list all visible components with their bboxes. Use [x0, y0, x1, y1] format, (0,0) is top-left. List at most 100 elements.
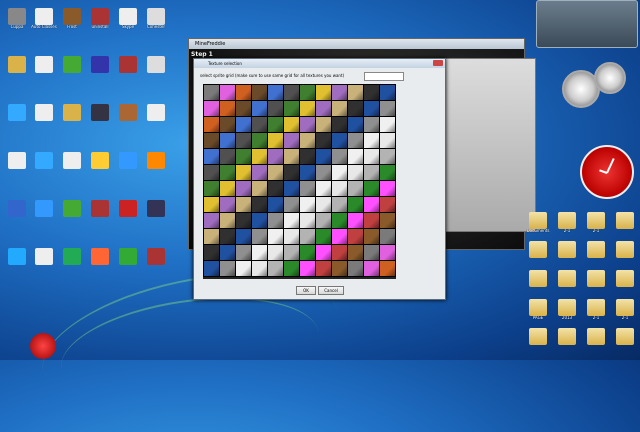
desktop-icon[interactable] — [524, 328, 552, 358]
sprite-tile[interactable] — [251, 116, 268, 133]
desktop-icon[interactable] — [582, 328, 610, 358]
sprite-tile[interactable] — [283, 132, 300, 149]
sprite-tile[interactable] — [299, 260, 316, 277]
desktop-icon[interactable]: Skype — [114, 8, 142, 38]
sprite-tile[interactable] — [219, 228, 236, 245]
sprite-tile[interactable] — [379, 100, 396, 117]
desktop-icon[interactable] — [3, 104, 31, 134]
sprite-tile[interactable] — [219, 244, 236, 261]
sprite-tile[interactable] — [331, 180, 348, 197]
sprite-tile[interactable] — [363, 84, 380, 101]
sprite-tile[interactable] — [379, 212, 396, 229]
desktop-icon[interactable] — [58, 200, 86, 230]
desktop-icon[interactable] — [114, 152, 142, 182]
sprite-tile[interactable] — [315, 212, 332, 229]
sprite-tile[interactable] — [347, 148, 364, 165]
sprite-tile[interactable] — [379, 148, 396, 165]
sprite-tile[interactable] — [203, 116, 220, 133]
desktop-icon[interactable]: 2-1 — [553, 212, 581, 242]
desktop-icon[interactable]: 2-1 — [582, 299, 610, 329]
sprite-tile[interactable] — [235, 100, 252, 117]
sprite-tile[interactable] — [331, 244, 348, 261]
sprite-tile[interactable] — [331, 100, 348, 117]
desktop-icon[interactable] — [611, 270, 639, 300]
sprite-tile[interactable] — [299, 180, 316, 197]
sprite-tile[interactable] — [363, 212, 380, 229]
sprite-tile[interactable] — [347, 100, 364, 117]
sprite-tile[interactable] — [235, 228, 252, 245]
desktop-icon[interactable] — [58, 152, 86, 182]
sprite-tile[interactable] — [379, 244, 396, 261]
sprite-tile[interactable] — [283, 196, 300, 213]
sprite-tile[interactable] — [299, 116, 316, 133]
sprite-tile[interactable] — [347, 180, 364, 197]
sprite-tile[interactable] — [299, 100, 316, 117]
desktop-icon[interactable] — [30, 104, 58, 134]
sprite-tile[interactable] — [283, 148, 300, 165]
sprite-tile[interactable] — [347, 116, 364, 133]
desktop-icon[interactable] — [30, 56, 58, 86]
sprite-tile[interactable] — [203, 196, 220, 213]
desktop-icon[interactable] — [58, 104, 86, 134]
sprite-tile[interactable] — [299, 84, 316, 101]
sprite-tile[interactable] — [283, 212, 300, 229]
desktop-icon[interactable]: uninstall — [86, 8, 114, 38]
desktop-icon[interactable] — [3, 56, 31, 86]
sprite-tile[interactable] — [363, 260, 380, 277]
sprite-tile[interactable] — [251, 100, 268, 117]
desktop-icon[interactable] — [114, 104, 142, 134]
sprite-tile[interactable] — [347, 84, 364, 101]
desktop-icon[interactable]: Cohester — [142, 8, 170, 38]
sprite-tile[interactable] — [363, 196, 380, 213]
sprite-tile[interactable] — [331, 212, 348, 229]
sprite-tile[interactable] — [379, 260, 396, 277]
desktop-icon[interactable] — [86, 200, 114, 230]
sprite-tile[interactable] — [363, 132, 380, 149]
sprite-tile[interactable] — [347, 196, 364, 213]
sprite-tile[interactable] — [251, 244, 268, 261]
desktop-icon[interactable] — [114, 200, 142, 230]
desktop-icon[interactable] — [553, 241, 581, 271]
sprite-tile[interactable] — [315, 244, 332, 261]
sprite-tile[interactable] — [363, 228, 380, 245]
sprite-tile[interactable] — [315, 228, 332, 245]
sprite-tile[interactable] — [315, 100, 332, 117]
sprite-tile[interactable] — [251, 164, 268, 181]
sprite-tile[interactable] — [347, 228, 364, 245]
sprite-tile[interactable] — [363, 116, 380, 133]
sprite-tile[interactable] — [203, 148, 220, 165]
sprite-tile[interactable] — [283, 164, 300, 181]
desktop-icon[interactable] — [582, 270, 610, 300]
sprite-tile[interactable] — [251, 84, 268, 101]
desktop-icon[interactable] — [3, 200, 31, 230]
sprite-tile[interactable] — [235, 116, 252, 133]
desktop-icon[interactable] — [553, 270, 581, 300]
sprite-tile[interactable] — [331, 132, 348, 149]
sprite-tile[interactable] — [235, 260, 252, 277]
desktop-icon[interactable] — [58, 56, 86, 86]
sprite-tile[interactable] — [219, 148, 236, 165]
sprite-tile[interactable] — [219, 212, 236, 229]
desktop-icon[interactable] — [553, 328, 581, 358]
secondary-window[interactable] — [438, 58, 536, 232]
sprite-tile[interactable] — [347, 244, 364, 261]
sprite-tile[interactable] — [219, 164, 236, 181]
sprite-tile[interactable] — [251, 260, 268, 277]
sprite-tile[interactable] — [203, 84, 220, 101]
desktop-icon[interactable] — [3, 248, 31, 278]
sprite-tile[interactable] — [347, 260, 364, 277]
sprite-tile[interactable] — [379, 180, 396, 197]
sprite-tile[interactable] — [219, 100, 236, 117]
sprite-tile[interactable] — [315, 180, 332, 197]
sprite-tile[interactable] — [235, 196, 252, 213]
sprite-tile[interactable] — [299, 212, 316, 229]
sprite-tile[interactable] — [219, 132, 236, 149]
sprite-tile[interactable] — [251, 132, 268, 149]
cancel-button[interactable]: Cancel — [318, 286, 344, 295]
desktop-icon[interactable] — [58, 248, 86, 278]
taskbar-app-icon[interactable] — [30, 333, 56, 359]
sprite-tile[interactable] — [267, 148, 284, 165]
sprite-tile[interactable] — [379, 132, 396, 149]
desktop-icon[interactable] — [86, 104, 114, 134]
sprite-tile[interactable] — [283, 84, 300, 101]
